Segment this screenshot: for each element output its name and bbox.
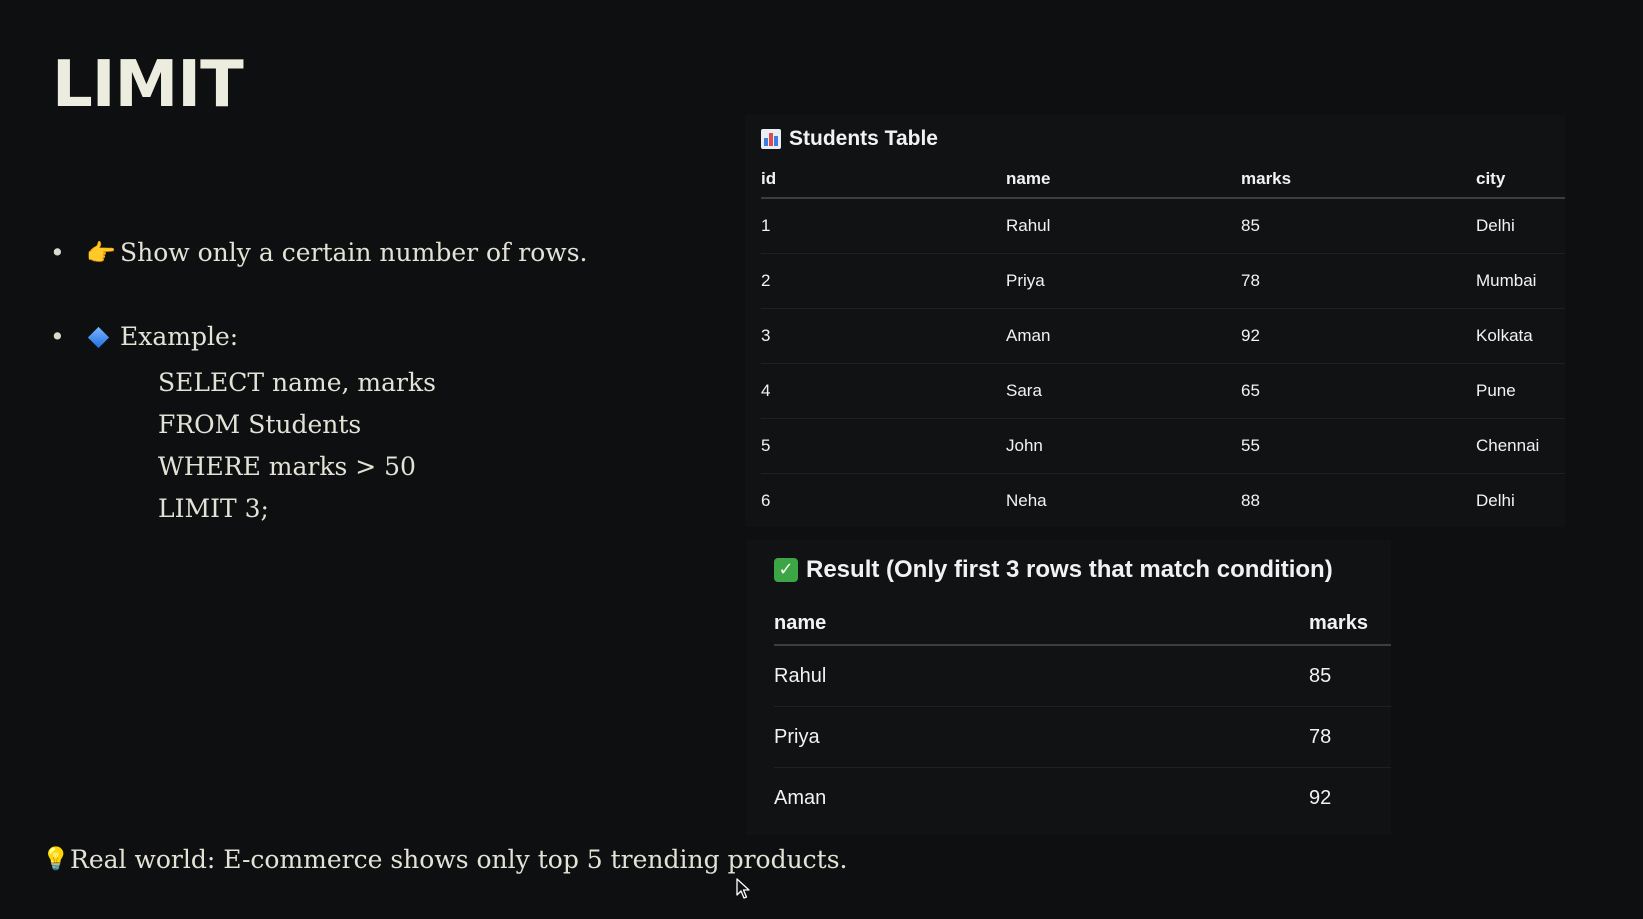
cell-name: Priya: [1006, 253, 1241, 309]
cell-id: 6: [761, 491, 771, 510]
cell-id: 2: [761, 253, 1006, 309]
bullet-dot: •: [50, 322, 65, 351]
cell-marks: 92: [1309, 786, 1332, 809]
sql-example: SELECT name, marks FROM Students WHERE m…: [158, 362, 436, 530]
cell-name: Sara: [1006, 363, 1241, 419]
column-header-name: name: [774, 602, 1309, 646]
cell-name: Priya: [774, 706, 1309, 768]
cell-name: Aman: [774, 786, 827, 809]
table-row: 6 Neha 88 Delhi: [761, 474, 1565, 529]
cell-id: 5: [761, 418, 1006, 474]
light-bulb-icon: 💡: [42, 847, 70, 872]
table-row: 4 Sara 65 Pune: [761, 363, 1565, 419]
column-header-marks: marks: [1309, 602, 1391, 646]
cell-name: Neha: [1006, 491, 1047, 510]
code-line: SELECT name, marks: [158, 368, 436, 397]
cell-marks: 92: [1241, 308, 1476, 364]
real-world-text: Real world: E-commerce shows only top 5 …: [70, 845, 848, 874]
result-table-heading: ✓ Result (Only first 3 rows that match c…: [774, 556, 1333, 584]
cell-marks: 85: [1309, 645, 1391, 707]
cell-city: Mumbai: [1476, 253, 1565, 309]
table-row: Aman 92: [774, 768, 1391, 829]
cell-city: Kolkata: [1476, 308, 1565, 364]
result-table-title: Result (Only first 3 rows that match con…: [806, 556, 1333, 583]
cell-marks: 78: [1309, 706, 1391, 768]
students-table: id name marks city 1 Rahul 85 Delhi 2 Pr…: [761, 161, 1565, 528]
cell-marks: 88: [1241, 491, 1260, 510]
table-row: 1 Rahul 85 Delhi: [761, 198, 1565, 254]
bullet-show-rows: • 👉 Show only a certain number of rows.: [50, 238, 587, 267]
cell-city: Chennai: [1476, 418, 1565, 474]
cell-city: Delhi: [1476, 198, 1565, 254]
blue-diamond-icon: [86, 322, 120, 351]
result-table-panel: ✓ Result (Only first 3 rows that match c…: [746, 540, 1391, 835]
bullet-example: • Example:: [50, 322, 238, 351]
slide: LIMIT • 👉 Show only a certain number of …: [0, 0, 1643, 919]
column-header-marks: marks: [1241, 161, 1476, 199]
code-line: LIMIT 3;: [158, 494, 269, 523]
column-header-name: name: [1006, 161, 1241, 199]
cell-name: Aman: [1006, 308, 1241, 364]
bar-chart-icon: [761, 129, 781, 149]
cell-id: 3: [761, 308, 1006, 364]
cell-id: 4: [761, 363, 1006, 419]
cell-city: Pune: [1476, 363, 1565, 419]
cell-marks: 65: [1241, 363, 1476, 419]
mouse-cursor-icon: [736, 878, 750, 899]
cell-name: Rahul: [1006, 198, 1241, 254]
bullet-dot: •: [50, 238, 65, 267]
result-table: name marks Rahul 85 Priya 78 Aman 92: [774, 602, 1391, 828]
code-line: FROM Students: [158, 410, 362, 439]
column-header-id: id: [761, 161, 1006, 199]
students-table-title: Students Table: [789, 127, 938, 150]
code-line: WHERE marks > 50: [158, 452, 416, 481]
students-table-heading: Students Table: [761, 127, 938, 151]
students-table-panel: Students Table id name marks city 1 Rahu…: [745, 115, 1565, 527]
cell-id: 1: [761, 198, 1006, 254]
table-row: 2 Priya 78 Mumbai: [761, 253, 1565, 309]
cell-name: Rahul: [774, 645, 1309, 707]
cell-marks: 85: [1241, 198, 1476, 254]
table-header-row: name marks: [774, 602, 1391, 646]
bullet-text: Show only a certain number of rows.: [120, 238, 588, 267]
slide-title: LIMIT: [52, 48, 244, 122]
pointing-hand-icon: 👉: [86, 238, 116, 267]
cell-city: Delhi: [1476, 491, 1515, 510]
cell-name: John: [1006, 418, 1241, 474]
cell-marks: 78: [1241, 253, 1476, 309]
table-row: 3 Aman 92 Kolkata: [761, 308, 1565, 364]
check-mark-icon: ✓: [774, 558, 798, 582]
table-row: 5 John 55 Chennai: [761, 418, 1565, 474]
table-row: Rahul 85: [774, 645, 1391, 707]
cell-marks: 55: [1241, 418, 1476, 474]
table-row: Priya 78: [774, 706, 1391, 768]
real-world-note: 💡 Real world: E-commerce shows only top …: [42, 845, 848, 874]
table-header-row: id name marks city: [761, 161, 1565, 199]
bullet-text: Example:: [120, 322, 239, 351]
column-header-city: city: [1476, 161, 1565, 199]
